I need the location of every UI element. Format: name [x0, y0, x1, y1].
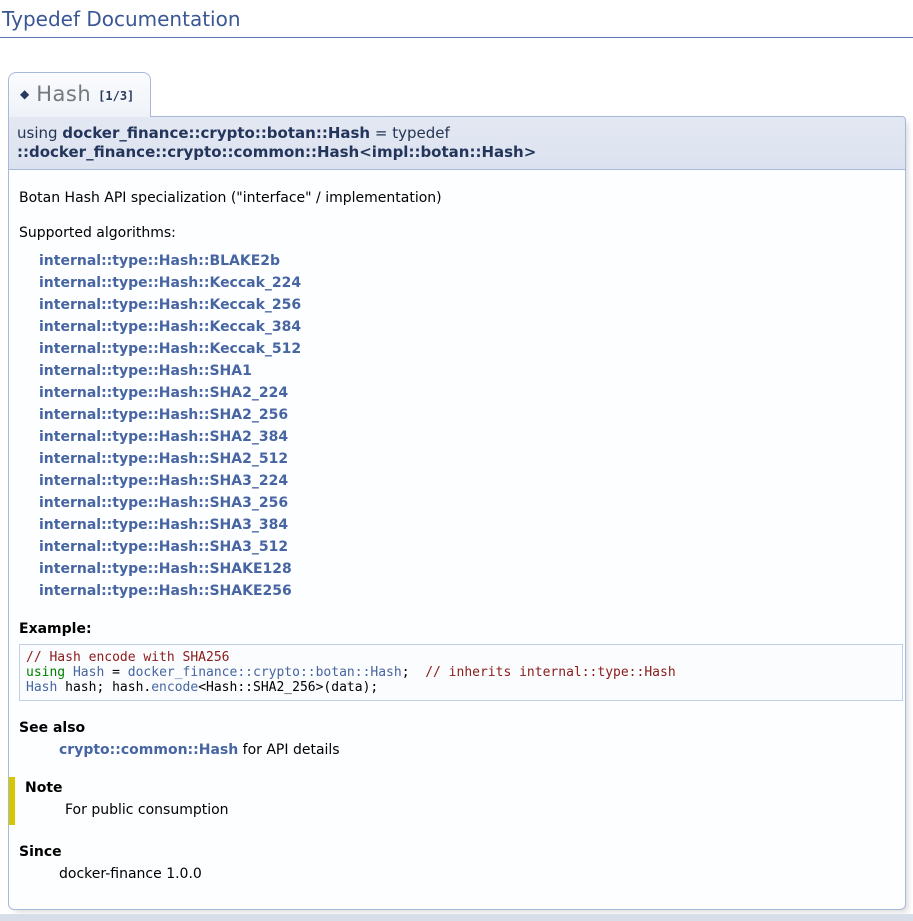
- algorithm-link[interactable]: internal::type::Hash::Keccak_512: [39, 338, 895, 360]
- member-declaration: using docker_finance::crypto::botan::Has…: [8, 116, 906, 170]
- algorithm-link[interactable]: internal::type::Hash::SHA2_224: [39, 382, 895, 404]
- code-line: Hash hash; hash.encode<Hash::SHA2_256>(d…: [26, 680, 896, 695]
- algorithm-link[interactable]: internal::type::Hash::Keccak_256: [39, 294, 895, 316]
- algorithm-link[interactable]: internal::type::Hash::SHA3_384: [39, 514, 895, 536]
- see-also-content: crypto::common::Hash for API details: [59, 741, 895, 759]
- see-also-label: See also: [19, 719, 895, 737]
- code-link[interactable]: Hash: [73, 665, 104, 680]
- permalink-diamond-icon[interactable]: ◆: [20, 82, 29, 106]
- algorithm-link[interactable]: internal::type::Hash::SHA2_256: [39, 404, 895, 426]
- algorithm-link[interactable]: internal::type::Hash::BLAKE2b: [39, 250, 895, 272]
- algorithm-list: internal::type::Hash::BLAKE2binternal::t…: [39, 250, 895, 602]
- declaration-equals: = typedef: [370, 124, 454, 142]
- member-doc-body: Botan Hash API specialization ("interfac…: [8, 170, 906, 910]
- algorithm-link[interactable]: internal::type::Hash::Keccak_224: [39, 272, 895, 294]
- code-token: [65, 665, 73, 680]
- code-link[interactable]: encode: [151, 680, 198, 695]
- member-tab-name: Hash: [36, 82, 91, 106]
- member-tab: ◆ Hash [1/3]: [8, 72, 151, 117]
- declaration-type: ::docker_finance::crypto::common::Hash<i…: [17, 143, 536, 161]
- next-section-separator: [0, 914, 913, 921]
- typedef-member-hash: ◆Hash[1/3] using docker_finance::crypto:…: [8, 72, 906, 910]
- note-label: Note: [25, 779, 895, 797]
- algorithm-link[interactable]: internal::type::Hash::SHA3_224: [39, 470, 895, 492]
- algorithms-label: Supported algorithms:: [19, 224, 895, 242]
- algorithm-link[interactable]: internal::type::Hash::SHA2_512: [39, 448, 895, 470]
- see-also-section: See also crypto::common::Hash for API de…: [19, 719, 895, 759]
- see-also-suffix: for API details: [238, 742, 339, 758]
- algorithm-link[interactable]: internal::type::Hash::SHA1: [39, 360, 895, 382]
- example-code: // Hash encode with SHA256using Hash = d…: [19, 644, 903, 701]
- page-title: Typedef Documentation: [0, 0, 913, 38]
- member-box: using docker_finance::crypto::botan::Has…: [8, 116, 906, 910]
- code-line: // Hash encode with SHA256: [26, 650, 896, 665]
- algorithm-link[interactable]: internal::type::Hash::SHAKE256: [39, 580, 895, 602]
- code-token: ;: [402, 665, 425, 680]
- example-section: Example:: [19, 620, 895, 638]
- code-line: using Hash = docker_finance::crypto::bot…: [26, 665, 896, 680]
- note-text: For public consumption: [65, 801, 895, 819]
- algorithm-link[interactable]: internal::type::Hash::SHAKE128: [39, 558, 895, 580]
- code-token: <Hash::SHA2_256>(data);: [198, 680, 378, 695]
- since-label: Since: [19, 843, 895, 861]
- see-also-link[interactable]: crypto::common::Hash: [59, 742, 238, 758]
- code-token: using: [26, 665, 65, 680]
- code-link[interactable]: docker_finance::crypto::botan::Hash: [128, 665, 402, 680]
- code-token: hash; hash.: [57, 680, 151, 695]
- code-token: // Hash encode with SHA256: [26, 650, 230, 665]
- algorithm-link[interactable]: internal::type::Hash::SHA2_384: [39, 426, 895, 448]
- example-label: Example:: [19, 620, 895, 638]
- declaration-keyword: using: [17, 124, 62, 142]
- code-token: =: [104, 665, 127, 680]
- since-section: Since docker-finance 1.0.0: [19, 843, 895, 883]
- algorithm-link[interactable]: internal::type::Hash::SHA3_256: [39, 492, 895, 514]
- algorithm-link[interactable]: internal::type::Hash::SHA3_512: [39, 536, 895, 558]
- since-text: docker-finance 1.0.0: [59, 865, 895, 883]
- member-description: Botan Hash API specialization ("interfac…: [19, 189, 895, 207]
- code-token: // inherits internal::type::Hash: [425, 665, 675, 680]
- code-link[interactable]: Hash: [26, 680, 57, 695]
- declaration-name: docker_finance::crypto::botan::Hash: [62, 124, 370, 142]
- member-overload-badge: [1/3]: [98, 89, 134, 103]
- algorithm-link[interactable]: internal::type::Hash::Keccak_384: [39, 316, 895, 338]
- note-section: Note For public consumption: [9, 777, 895, 825]
